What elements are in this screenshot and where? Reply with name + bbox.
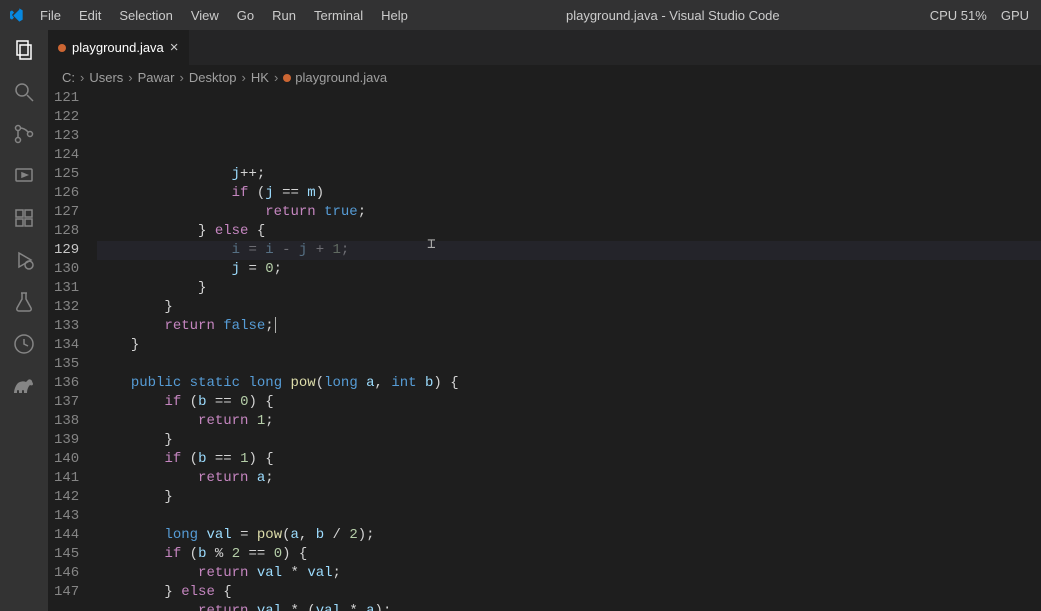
gradle-icon[interactable] — [12, 374, 36, 398]
main-menu: File Edit Selection View Go Run Terminal… — [32, 4, 416, 27]
cpu-status: CPU 51% — [930, 8, 987, 23]
menu-terminal[interactable]: Terminal — [306, 4, 371, 27]
activity-bar — [0, 30, 48, 611]
extensions-icon[interactable] — [12, 206, 36, 230]
tab-playground[interactable]: playground.java × — [48, 30, 190, 65]
editor-tabs: playground.java × — [48, 30, 1041, 65]
code-line[interactable]: public static long pow(long a, int b) { — [97, 374, 1041, 393]
code-line[interactable]: j = 0; — [97, 260, 1041, 279]
java-file-icon — [283, 74, 291, 82]
code-line[interactable]: return true; — [97, 203, 1041, 222]
code-line[interactable]: if (b == 0) { — [97, 393, 1041, 412]
menu-help[interactable]: Help — [373, 4, 416, 27]
code-line[interactable]: return 1; — [97, 412, 1041, 431]
close-icon[interactable]: × — [170, 40, 179, 55]
titlebar-right: CPU 51% GPU — [930, 8, 1033, 23]
menu-go[interactable]: Go — [229, 4, 262, 27]
code-line[interactable]: } — [97, 488, 1041, 507]
line-gutter: 1211221231241251261271281291301311321331… — [48, 89, 97, 611]
run-debug-icon[interactable] — [12, 164, 36, 188]
code-line[interactable]: return a; — [97, 469, 1041, 488]
explorer-icon[interactable] — [12, 38, 36, 62]
breadcrumbs[interactable]: C: › Users › Pawar › Desktop › HK › playgroun… — [48, 65, 1041, 89]
crumb[interactable]: HK — [251, 70, 269, 85]
code-line[interactable]: if (b == 1) { — [97, 450, 1041, 469]
chevron-right-icon: › — [242, 70, 246, 85]
crumb[interactable]: Desktop — [189, 70, 237, 85]
java-file-icon — [58, 44, 66, 52]
code-content[interactable]: ⌶ j++; if (j == m) return true; } else {… — [97, 89, 1041, 611]
timeline-icon[interactable] — [12, 332, 36, 356]
code-line[interactable] — [97, 507, 1041, 526]
body-area: playground.java × C: › Users › Pawar › Desk… — [0, 30, 1041, 611]
menu-selection[interactable]: Selection — [111, 4, 180, 27]
code-line[interactable]: if (j == m) — [97, 184, 1041, 203]
chevron-right-icon: › — [128, 70, 132, 85]
code-line[interactable]: } — [97, 336, 1041, 355]
menu-edit[interactable]: Edit — [71, 4, 109, 27]
code-line[interactable]: } — [97, 279, 1041, 298]
gpu-status: GPU — [1001, 8, 1029, 23]
menu-file[interactable]: File — [32, 4, 69, 27]
code-line[interactable]: long val = pow(a, b / 2); — [97, 526, 1041, 545]
titlebar: File Edit Selection View Go Run Terminal… — [0, 0, 1041, 30]
source-control-icon[interactable] — [12, 122, 36, 146]
code-line[interactable]: return false; — [97, 317, 1041, 336]
chevron-right-icon: › — [274, 70, 278, 85]
code-line[interactable] — [97, 355, 1041, 374]
current-line-highlight — [97, 241, 1041, 260]
menu-run[interactable]: Run — [264, 4, 304, 27]
code-line[interactable]: return val * val; — [97, 564, 1041, 583]
chevron-right-icon: › — [180, 70, 184, 85]
code-line[interactable]: } else { — [97, 222, 1041, 241]
menu-view[interactable]: View — [183, 4, 227, 27]
main-editor-area: playground.java × C: › Users › Pawar › Desk… — [48, 30, 1041, 611]
testing-play-icon[interactable] — [12, 248, 36, 272]
code-editor[interactable]: 1211221231241251261271281291301311321331… — [48, 89, 1041, 611]
crumb[interactable]: Pawar — [138, 70, 175, 85]
tab-label: playground.java — [72, 40, 164, 55]
search-icon[interactable] — [12, 80, 36, 104]
vscode-logo-icon — [8, 7, 24, 23]
chevron-right-icon: › — [80, 70, 84, 85]
code-line[interactable]: } — [97, 298, 1041, 317]
crumb-file[interactable]: playground.java — [283, 70, 387, 85]
code-line[interactable]: if (b % 2 == 0) { — [97, 545, 1041, 564]
code-line[interactable]: } — [97, 431, 1041, 450]
window-title: playground.java - Visual Studio Code — [416, 8, 930, 23]
code-line[interactable]: } else { — [97, 583, 1041, 602]
testing-beaker-icon[interactable] — [12, 290, 36, 314]
crumb[interactable]: C: — [62, 70, 75, 85]
code-line[interactable]: j++; — [97, 165, 1041, 184]
code-line[interactable]: return val * (val * a); — [97, 602, 1041, 611]
crumb[interactable]: Users — [89, 70, 123, 85]
